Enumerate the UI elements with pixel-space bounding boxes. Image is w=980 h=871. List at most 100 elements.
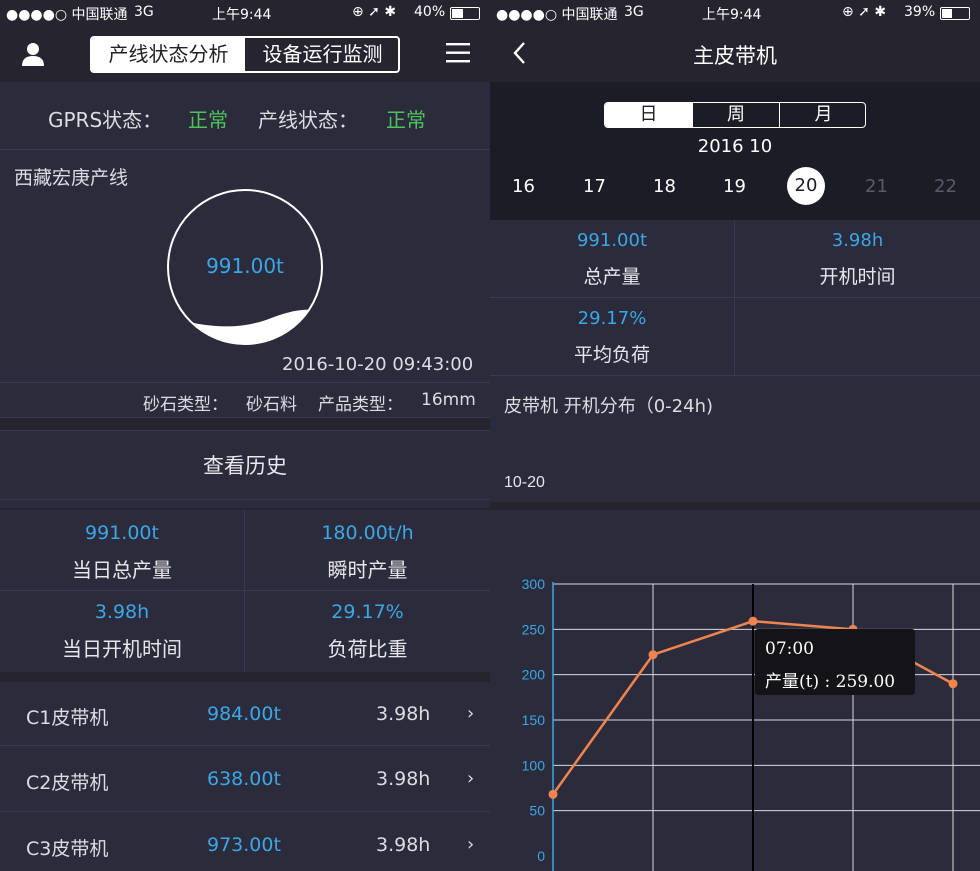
chart-tooltip: 07:00 产量(t) : 259.00 <box>755 629 915 695</box>
stat-label: 总产量 <box>583 266 641 288</box>
top-nav: 主皮带机 <box>490 26 980 82</box>
status-bar: ●●●●○ 中国联通 3G 上午9:44 ⊕ ➚ ✱ 39% <box>490 0 980 26</box>
belt-row-c1[interactable]: C1皮带机 984.00t 3.98h › <box>0 682 490 746</box>
data-point <box>948 679 958 689</box>
gauge-value: 991.00t <box>206 254 284 278</box>
y-tick-label: 200 <box>522 667 546 683</box>
stat-value: 991.00t <box>576 230 648 251</box>
carrier-label: ●●●●○ 中国联通 <box>6 7 128 23</box>
day-17[interactable]: 17 <box>583 176 606 197</box>
carrier-label: ●●●●○ 中国联通 <box>496 7 618 23</box>
day-21: 21 <box>865 176 888 197</box>
belt-output: 973.00t <box>207 834 281 856</box>
divider <box>490 502 980 510</box>
y-tick-label: 0 <box>537 848 545 864</box>
dist-row-label: 10-20 <box>504 474 545 491</box>
belt-output: 984.00t <box>207 703 281 725</box>
menu-icon[interactable] <box>446 42 470 64</box>
network-label: 3G <box>624 4 644 20</box>
battery-icon <box>940 7 970 20</box>
segment-week[interactable]: 周 <box>692 103 780 127</box>
clock: 上午9:44 <box>212 7 272 23</box>
output-line-chart: 0 50 100 150 200 250 300 <box>522 576 980 871</box>
stat-cell: 29.17% 平均负荷 <box>490 298 735 376</box>
stat-value: 3.98h <box>94 601 150 623</box>
stat-label: 当日开机时间 <box>62 637 182 661</box>
view-tabs: 产线状态分析 设备运行监测 <box>90 36 400 73</box>
belt-hours: 3.98h <box>376 768 431 790</box>
distribution-title: 皮带机 开机分布（0-24h) <box>504 396 714 417</box>
segment-day[interactable]: 日 <box>605 103 692 127</box>
stat-cell: 180.00t/h 瞬时产量 <box>245 510 490 591</box>
status-bar: ●●●●○ 中国联通 3G 上午9:44 ⊕ ➚ ✱ 40% <box>0 0 490 26</box>
segment-month[interactable]: 月 <box>780 103 865 127</box>
stat-value: 3.98h <box>831 230 884 251</box>
stat-cell: 3.98h 开机时间 <box>735 220 980 298</box>
battery-percent: 40% <box>414 4 446 20</box>
y-tick-label: 50 <box>529 803 545 819</box>
tab-device-monitor[interactable]: 设备运行监测 <box>247 38 398 71</box>
stat-value: 180.00t/h <box>321 522 414 544</box>
data-point <box>748 616 758 626</box>
data-point <box>648 650 658 660</box>
belt-hours: 3.98h <box>376 703 431 725</box>
status-icons: ⊕ ➚ ✱ <box>352 4 397 20</box>
y-tick-label: 150 <box>522 712 546 728</box>
left-screen: ●●●●○ 中国联通 3G 上午9:44 ⊕ ➚ ✱ 40% 产线状态分析 设备… <box>0 0 490 871</box>
belt-output: 638.00t <box>207 768 281 790</box>
battery-icon <box>450 7 480 20</box>
sand-type-label: 砂石类型： <box>143 395 228 415</box>
belt-name: C2皮带机 <box>26 772 109 794</box>
belt-name: C3皮带机 <box>26 838 109 860</box>
belt-hours: 3.98h <box>376 834 431 856</box>
status-icons: ⊕ ➚ ✱ <box>842 4 887 20</box>
stat-label: 负荷比重 <box>327 637 408 661</box>
stat-cell: 3.98h 当日开机时间 <box>0 591 245 672</box>
divider <box>0 672 490 682</box>
month-label: 2016 10 <box>697 136 773 157</box>
stat-label: 当日总产量 <box>72 558 172 582</box>
view-history-button[interactable]: 查看历史 <box>0 430 490 500</box>
right-screen: ●●●●○ 中国联通 3G 上午9:44 ⊕ ➚ ✱ 39% 主皮带机 日 周 … <box>490 0 980 871</box>
data-point <box>548 789 558 799</box>
stat-cell: 29.17% 负荷比重 <box>245 591 490 672</box>
belt-row-c2[interactable]: C2皮带机 638.00t 3.98h › <box>0 746 490 812</box>
day-19[interactable]: 19 <box>723 176 746 197</box>
status-row: GPRS状态： 正常 产线状态： 正常 <box>0 82 490 150</box>
sand-type-value: 砂石料 <box>246 395 297 415</box>
chevron-right-icon: › <box>467 703 475 724</box>
chevron-right-icon: › <box>467 834 475 855</box>
stat-value: 29.17% <box>331 601 404 623</box>
stats-grid: 991.00t 当日总产量 180.00t/h 瞬时产量 3.98h 当日开机时… <box>0 510 490 672</box>
tooltip-value: 产量(t) : 259.00 <box>765 672 896 692</box>
tab-line-status[interactable]: 产线状态分析 <box>92 38 245 71</box>
belt-row-c3[interactable]: C3皮带机 973.00t 3.98h › <box>0 812 490 871</box>
line-status-label: 产线状态： <box>258 108 358 132</box>
stat-label: 开机时间 <box>819 266 896 288</box>
summary-grid: 991.00t 总产量 3.98h 开机时间 29.17% 平均负荷 <box>490 220 980 376</box>
day-16[interactable]: 16 <box>512 176 535 197</box>
stat-value: 991.00t <box>85 522 159 544</box>
day-18[interactable]: 18 <box>653 176 676 197</box>
y-tick-label: 300 <box>522 576 546 592</box>
clock: 上午9:44 <box>702 7 762 23</box>
user-icon[interactable] <box>20 41 46 67</box>
network-label: 3G <box>134 4 154 20</box>
timestamp: 2016-10-20 09:43:00 <box>282 354 474 375</box>
stat-label: 瞬时产量 <box>327 558 408 582</box>
divider <box>0 418 490 430</box>
tooltip-time: 07:00 <box>765 639 814 659</box>
period-segment: 日 周 月 <box>604 102 866 128</box>
output-gauge: 991.00t <box>166 188 324 346</box>
line-name: 西藏宏庚产线 <box>14 167 129 189</box>
run-distribution: 00030609121518212410-20 <box>504 474 545 491</box>
product-type-label: 产品类型： <box>318 395 403 415</box>
belt-name: C1皮带机 <box>26 707 109 729</box>
battery-percent: 39% <box>904 4 936 20</box>
page-title: 主皮带机 <box>693 44 777 68</box>
line-status: 正常 <box>386 108 426 132</box>
chevron-right-icon: › <box>467 768 475 789</box>
day-22: 22 <box>934 176 957 197</box>
day-20-selected[interactable]: 20 <box>787 167 825 205</box>
y-tick-label: 100 <box>522 757 546 773</box>
